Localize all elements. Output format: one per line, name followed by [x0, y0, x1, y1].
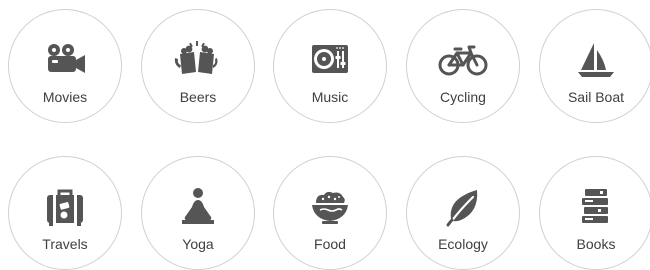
interest-label: Movies — [42, 89, 88, 105]
movie-camera-icon — [39, 40, 91, 80]
interest-travels[interactable]: Travels — [8, 156, 122, 270]
interest-sail-boat[interactable]: Sail Boat — [539, 9, 650, 123]
sailboat-icon — [570, 40, 622, 80]
interest-label: Beers — [179, 89, 217, 105]
book-stack-icon — [570, 187, 622, 227]
interest-label: Yoga — [182, 236, 214, 252]
interest-cycling[interactable]: Cycling — [406, 9, 520, 123]
interest-label: Sail Boat — [567, 89, 625, 105]
food-bowl-icon — [304, 187, 356, 227]
interest-music[interactable]: Music — [273, 9, 387, 123]
turntable-mixer-icon — [304, 40, 356, 80]
yoga-pose-icon — [172, 187, 224, 227]
interest-label: Music — [311, 89, 349, 105]
interest-food[interactable]: Food — [273, 156, 387, 270]
interest-label: Travels — [42, 236, 88, 252]
suitcase-icon — [39, 187, 91, 227]
beer-mugs-icon — [172, 40, 224, 80]
interest-label: Ecology — [438, 236, 488, 252]
interest-ecology[interactable]: Ecology — [406, 156, 520, 270]
interest-label: Food — [314, 236, 346, 252]
interest-beers[interactable]: Beers — [141, 9, 255, 123]
interest-books[interactable]: Books — [539, 156, 650, 270]
interest-yoga[interactable]: Yoga — [141, 156, 255, 270]
bicycle-icon — [437, 40, 489, 80]
interest-label: Cycling — [440, 89, 486, 105]
leaf-icon — [437, 187, 489, 227]
interest-label: Books — [576, 236, 616, 252]
interest-movies[interactable]: Movies — [8, 9, 122, 123]
